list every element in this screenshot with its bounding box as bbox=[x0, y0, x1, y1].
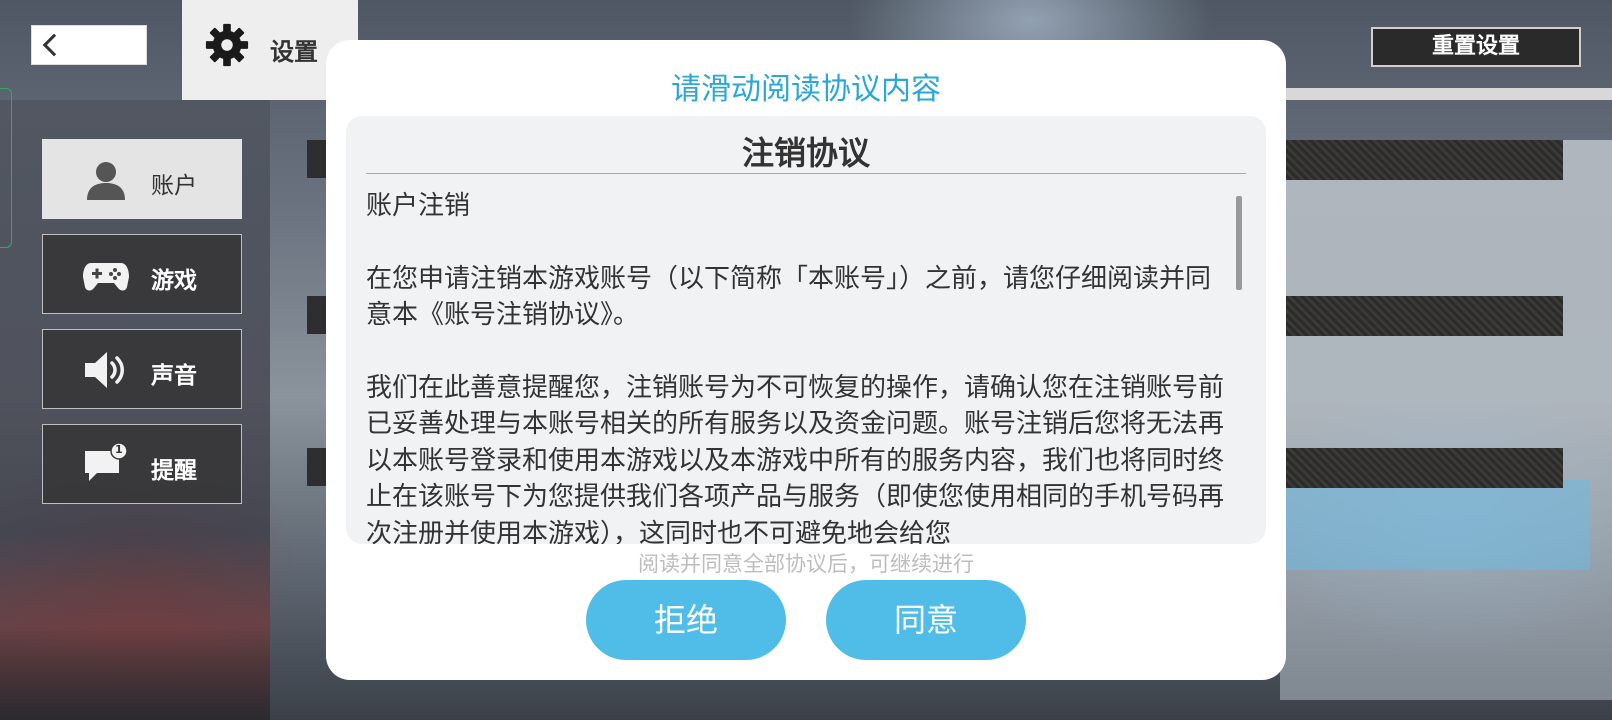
sidebar-item-label: 游戏 bbox=[151, 268, 197, 294]
background-row bbox=[1280, 140, 1563, 180]
sidebar-item-label: 声音 bbox=[151, 363, 197, 389]
sidebar-item-reminder[interactable]: 1 提醒 bbox=[42, 424, 242, 504]
background-row bbox=[1280, 296, 1563, 336]
sidebar-item-account[interactable]: 账户 bbox=[42, 139, 242, 219]
background-panel bbox=[1260, 480, 1590, 570]
page-title: 设置 bbox=[270, 38, 318, 66]
speaker-icon bbox=[85, 352, 124, 388]
reject-button[interactable]: 拒绝 bbox=[586, 580, 786, 660]
sidebar-item-label: 提醒 bbox=[151, 458, 197, 484]
sidebar-item-game[interactable]: 游戏 bbox=[42, 234, 242, 314]
agree-button[interactable]: 同意 bbox=[826, 580, 1026, 660]
reset-settings-button[interactable]: 重置设置 bbox=[1371, 27, 1581, 67]
sidebar-item-label: 账户 bbox=[151, 173, 197, 199]
document-scroll-area[interactable]: 账户注销 在您申请注销本游戏账号（以下简称「本账号」）之前，请您仔细阅读并同意本… bbox=[366, 188, 1236, 544]
gear-icon bbox=[205, 23, 249, 67]
agreement-document[interactable]: 注销协议 账户注销 在您申请注销本游戏账号（以下简称「本账号」）之前，请您仔细阅… bbox=[346, 116, 1266, 544]
document-paragraph: 账户注销 bbox=[366, 191, 471, 221]
document-scrollbar[interactable] bbox=[1236, 196, 1242, 290]
background-row bbox=[307, 140, 327, 178]
background-row bbox=[307, 448, 327, 486]
sidebar-item-sound[interactable]: 声音 bbox=[42, 329, 242, 409]
continue-hint: 阅读并同意全部协议后，可继续进行 bbox=[638, 552, 974, 576]
user-icon bbox=[87, 162, 125, 200]
document-title: 注销协议 bbox=[366, 128, 1246, 174]
background-edge bbox=[0, 88, 12, 248]
gamepad-icon bbox=[83, 263, 129, 291]
document-paragraph: 我们在此善意提醒您，注销账号为不可恢复的操作，请确认您在注销账号前已妥善处理与本… bbox=[366, 372, 1225, 545]
background-row bbox=[1280, 448, 1563, 488]
back-button[interactable] bbox=[31, 25, 147, 65]
background-row bbox=[307, 296, 327, 334]
document-paragraph: 在您申请注销本游戏账号（以下简称「本账号」）之前，请您仔细阅读并同意本《账号注销… bbox=[366, 263, 1212, 331]
notification-badge: 1 bbox=[115, 443, 123, 456]
dialog-title: 请滑动阅读协议内容 bbox=[671, 72, 941, 107]
chevron-left-icon bbox=[42, 33, 66, 57]
agreement-dialog: 请滑动阅读协议内容 注销协议 账户注销 在您申请注销本游戏账号（以下简称「本账号… bbox=[326, 40, 1286, 680]
background-divider bbox=[1285, 88, 1612, 100]
background-panel bbox=[1280, 140, 1612, 700]
